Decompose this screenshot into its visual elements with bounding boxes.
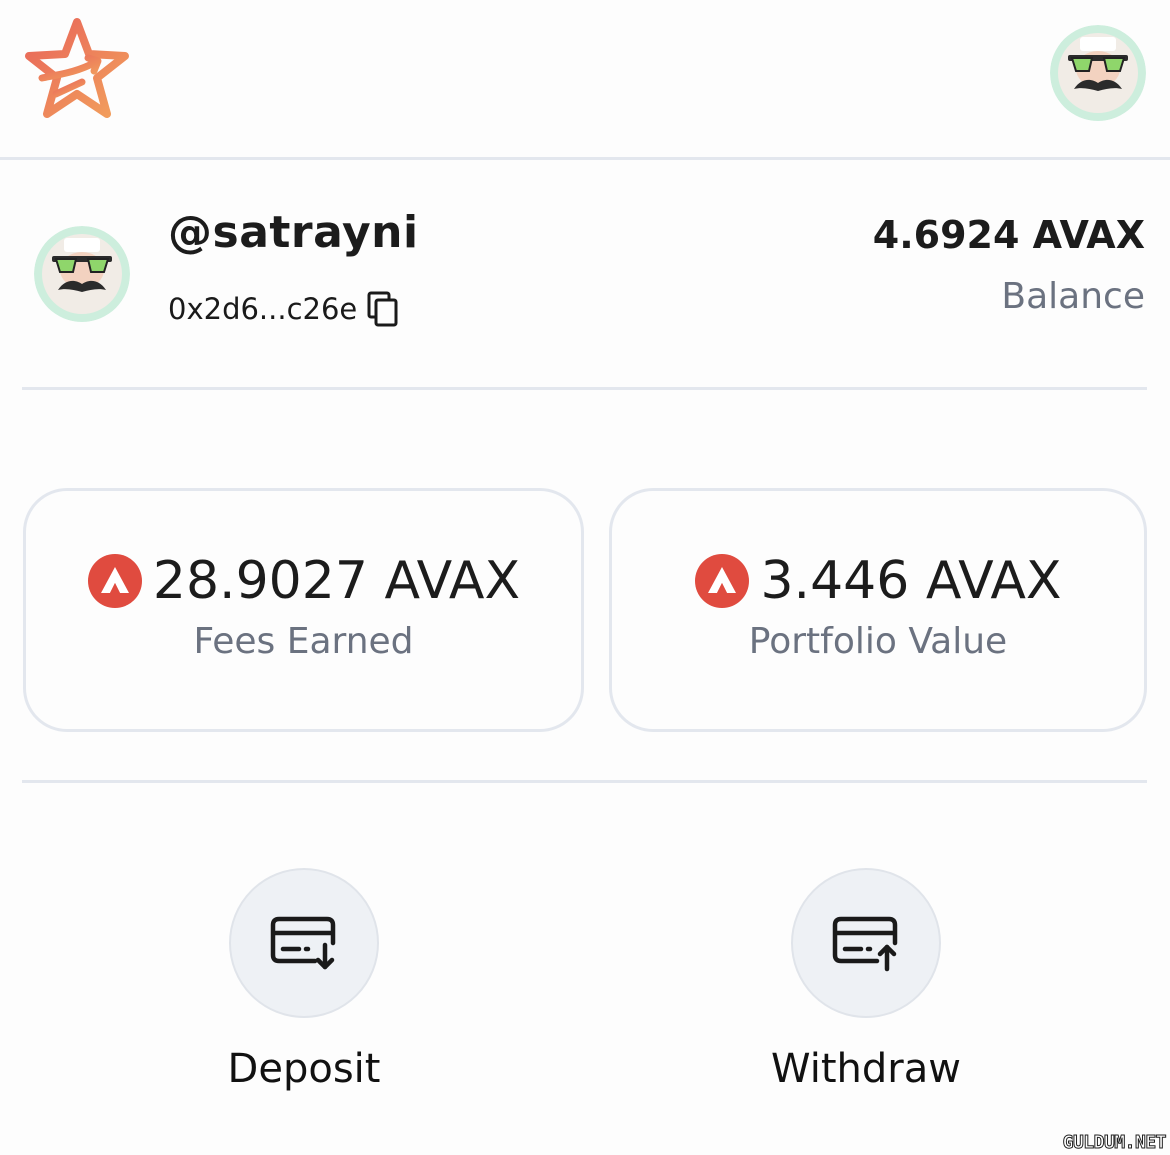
deposit-action: Deposit (228, 868, 380, 1092)
star-arrow-logo-icon[interactable] (22, 16, 132, 124)
mustache-sunglasses-avatar-icon (34, 226, 130, 322)
avax-icon (87, 554, 142, 608)
copy-icon[interactable] (367, 291, 399, 327)
portfolio-value-label: Portfolio Value (748, 621, 1008, 662)
wallet-address-row: 0x2d6...c26e (168, 291, 399, 327)
username: @satrayni (168, 207, 419, 258)
portfolio-value-row: 3.446 AVAX (612, 551, 1144, 611)
divider (22, 780, 1147, 783)
balance-label: Balance (1001, 276, 1145, 317)
top-bar (0, 0, 1170, 160)
withdraw-button[interactable] (791, 868, 941, 1018)
profile-section: @satrayni 0x2d6...c26e 4.6924 AVAX Balan… (0, 163, 1170, 389)
fees-earned-label: Fees Earned (193, 621, 414, 662)
card-withdraw-icon (832, 916, 898, 972)
fees-earned-value-row: 28.9027 AVAX (26, 551, 581, 611)
fees-earned-value: 28.9027 AVAX (152, 551, 521, 611)
avax-icon (695, 554, 750, 608)
portfolio-value: 3.446 AVAX (760, 551, 1062, 611)
fees-earned-card: 28.9027 AVAX Fees Earned (23, 488, 584, 732)
card-deposit-icon (270, 916, 336, 970)
divider (22, 387, 1147, 390)
withdraw-action: Withdraw (771, 868, 961, 1092)
profile-avatar (34, 226, 130, 322)
watermark: GULDUM.NET (1062, 1132, 1167, 1154)
account-avatar-button[interactable] (1050, 25, 1146, 121)
wallet-address: 0x2d6...c26e (168, 292, 358, 326)
withdraw-label: Withdraw (771, 1046, 961, 1092)
balance-value: 4.6924 AVAX (872, 213, 1145, 257)
mustache-sunglasses-avatar-icon (1050, 25, 1146, 121)
portfolio-value-card: 3.446 AVAX Portfolio Value (609, 488, 1147, 732)
deposit-label: Deposit (227, 1046, 381, 1092)
deposit-button[interactable] (229, 868, 379, 1018)
